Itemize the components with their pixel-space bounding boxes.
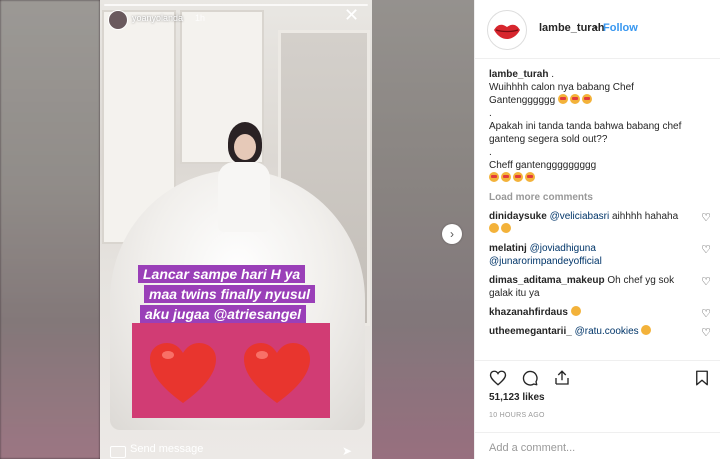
comment-username[interactable]: utheemegantarii_: [489, 326, 572, 337]
caption-line: .: [489, 147, 492, 158]
story-time: 1h: [195, 13, 206, 23]
comment: dinidaysuke @veliciabasri aihhhh hahaha …: [489, 210, 711, 236]
star-struck-emoji-icon: [501, 172, 511, 182]
star-struck-emoji-icon: [557, 94, 568, 104]
caption-username[interactable]: lambe_turah: [489, 69, 548, 80]
comments-list: lambe_turah . Wuihhhh calon nya babang C…: [489, 68, 711, 340]
follow-button[interactable]: Follow: [603, 22, 638, 34]
star-struck-emoji-icon: [513, 172, 523, 182]
comment-mention[interactable]: @ratu.cookies: [575, 326, 639, 337]
comment: dimas_aditama_makeup Oh chef yg sok gala…: [489, 274, 711, 300]
star-struck-emoji-icon: [489, 172, 499, 182]
story-frame: yoanyolanda 1h ✕ Lancar sampe hari H ya …: [100, 0, 372, 459]
story-username: yoanyolanda: [132, 13, 184, 23]
star-struck-emoji-icon: [569, 94, 580, 104]
emoji-group: [489, 223, 513, 236]
like-comment-heart-icon[interactable]: ♡: [701, 212, 711, 225]
post-timestamp: 10 HOURS AGO: [489, 412, 545, 419]
caption-line: Wuihhhh calon nya babang Chef: [489, 82, 634, 93]
comment-icon[interactable]: [521, 369, 539, 387]
laughing-emoji-icon: [501, 223, 511, 233]
comment-username[interactable]: dinidaysuke: [489, 211, 547, 222]
chevron-right-icon[interactable]: ›: [442, 224, 462, 244]
camera-icon[interactable]: [110, 446, 126, 458]
like-comment-heart-icon[interactable]: ♡: [701, 276, 711, 289]
star-struck-emoji-icon: [581, 94, 592, 104]
story-caption-line-2: maa twins finally nyusul: [144, 285, 316, 303]
caption-text: gggggggg: [551, 160, 597, 171]
add-comment-input[interactable]: [487, 439, 711, 457]
star-struck-emoji-icon: [525, 172, 535, 182]
comment-text: aihhhh hahaha: [609, 211, 679, 222]
story-caption-line-1: Lancar sampe hari H ya: [138, 265, 306, 283]
post-header: lambe_turah • Follow: [475, 0, 720, 59]
bookmark-icon[interactable]: [693, 369, 711, 387]
caption-text: Ganteng: [489, 95, 528, 106]
laughing-emoji-icon: [570, 306, 581, 316]
close-icon[interactable]: ✕: [344, 6, 359, 24]
avatar[interactable]: [487, 10, 527, 50]
load-more-comments[interactable]: Load more comments: [489, 191, 711, 204]
comment: khazanahfirdaus ♡: [489, 306, 711, 321]
comment-username[interactable]: melatinj: [489, 243, 527, 254]
caption-text: Cheff ganteng: [489, 160, 552, 171]
send-icon[interactable]: ➤: [342, 444, 352, 458]
laughing-emoji-icon: [641, 325, 652, 335]
story-avatar: [108, 10, 128, 30]
comment-mention[interactable]: @joviadhiguna: [530, 243, 596, 254]
add-comment-bar: [475, 432, 720, 460]
post-caption: lambe_turah . Wuihhhh calon nya babang C…: [489, 68, 711, 185]
share-icon[interactable]: [553, 369, 571, 387]
emoji-group: [557, 94, 594, 107]
caption-line: .: [489, 108, 492, 119]
action-bar: [475, 360, 720, 391]
separator-dot: •: [594, 22, 598, 34]
bride-body: [218, 162, 270, 232]
caption-text: ggggg: [527, 95, 556, 106]
heart-emoji-left: [150, 343, 216, 403]
hearts-sticker: [132, 323, 330, 418]
comment: utheemegantarii_ @ratu.cookies ♡: [489, 325, 711, 340]
caption-line: Apakah ini tanda tanda bahwa babang chef…: [489, 121, 682, 145]
comment-username[interactable]: khazanahfirdaus: [489, 307, 568, 318]
heart-emoji-right: [244, 343, 310, 403]
post-panel: lambe_turah • Follow lambe_turah . Wuihh…: [474, 0, 720, 459]
caption-line: [489, 172, 711, 185]
heart-icon[interactable]: [489, 369, 507, 387]
lips-logo-icon: [489, 12, 525, 48]
comment: melatinj @joviadhiguna @junarorimpandeyo…: [489, 242, 711, 268]
caption-line: .: [548, 69, 555, 80]
caption-line: Cheff gantenggggggggg: [489, 159, 711, 172]
bride-face: [234, 134, 256, 160]
like-comment-heart-icon[interactable]: ♡: [701, 308, 711, 321]
laughing-emoji-icon: [489, 223, 499, 233]
post-media: yoanyolanda 1h ✕ Lancar sampe hari H ya …: [0, 0, 474, 459]
caption-line: Gantengggggg: [489, 94, 711, 107]
like-comment-heart-icon[interactable]: ♡: [701, 327, 711, 340]
comment-mention[interactable]: @veliciabasri: [550, 211, 610, 222]
comment-mention[interactable]: @junarorimpandeyofficial: [489, 256, 602, 267]
emoji-group: [489, 172, 537, 185]
story-caption-line-3: aku jugaa @atriesangel: [140, 305, 307, 323]
like-comment-heart-icon[interactable]: ♡: [701, 244, 711, 257]
comment-username[interactable]: dimas_aditama_makeup: [489, 275, 605, 286]
send-message-input[interactable]: Send message: [130, 443, 203, 455]
story-progress-bar: [104, 4, 368, 6]
likes-count[interactable]: 51,123 likes: [489, 392, 545, 403]
media-shade-left: [0, 0, 100, 459]
